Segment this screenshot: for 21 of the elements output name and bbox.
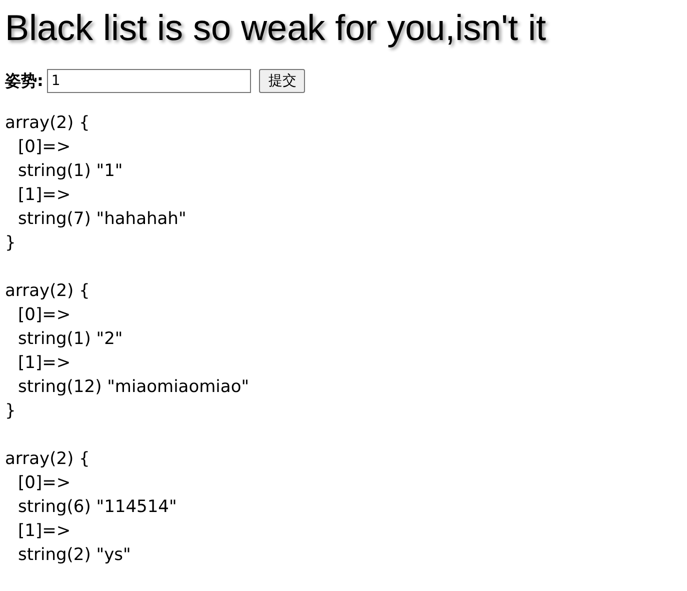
dump-line: string(12) "miaomiaomiao" <box>17 376 250 400</box>
dump-line: [0]=> <box>17 136 72 160</box>
dump-line: [1]=> <box>17 352 72 376</box>
dump-line: string(1) "2" <box>17 328 124 352</box>
dump-line: [0]=> <box>17 304 72 328</box>
dump-line: string(7) "hahahah" <box>17 208 188 232</box>
submit-button[interactable]: 提交 <box>259 69 306 94</box>
dump-line: array(2) { <box>5 280 91 304</box>
dump-line: array(2) { <box>5 448 91 472</box>
page-title: Black list is so weak for you,isn't it <box>5 6 548 50</box>
input-field[interactable]: 1 <box>47 69 252 94</box>
dump-line: } <box>5 400 17 424</box>
dump-line: [1]=> <box>17 184 72 208</box>
dump-line: string(2) "ys" <box>17 544 132 568</box>
dump-line: string(6) "114514" <box>17 496 178 520</box>
field-label: 姿势: <box>5 70 44 92</box>
dump-line: [0]=> <box>17 472 72 496</box>
dump-line: array(2) { <box>5 112 91 136</box>
dump-line: [1]=> <box>17 520 72 544</box>
dump-line: } <box>5 232 17 256</box>
dump-line: string(1) "1" <box>17 160 124 184</box>
